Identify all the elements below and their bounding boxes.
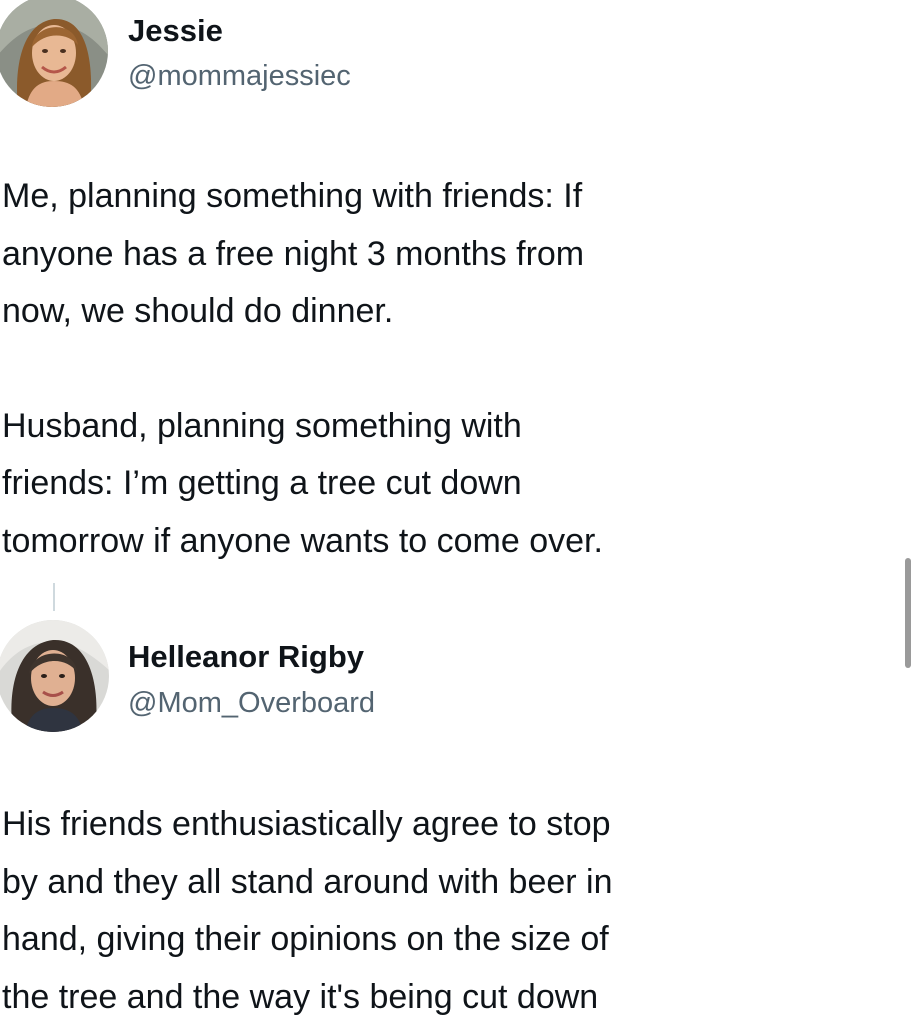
author-handle[interactable]: @Mom_Overboard [128,687,375,720]
author-handle[interactable]: @mommajessiec [128,60,351,93]
author-display-name[interactable]: Helleanor Rigby [128,639,364,675]
woman-avatar-icon [0,620,109,732]
avatar-jessie[interactable] [0,0,108,107]
avatar-helleanor[interactable] [0,620,109,732]
woman-avatar-icon [0,0,108,107]
thread-connector-line [53,583,55,611]
tweet-paragraph: His friends enthusiastically agree to st… [2,805,613,1016]
scrollbar-thumb[interactable] [905,558,911,668]
tweet-paragraph: Me, planning something with friends: If … [2,177,585,330]
tweet-paragraph: Husband, planning something with friends… [2,406,603,560]
author-display-name[interactable]: Jessie [128,13,223,49]
tweet-body: His friends enthusiastically agree to st… [2,796,892,1026]
tweet-body: Me, planning something with friends: If … [2,168,892,570]
